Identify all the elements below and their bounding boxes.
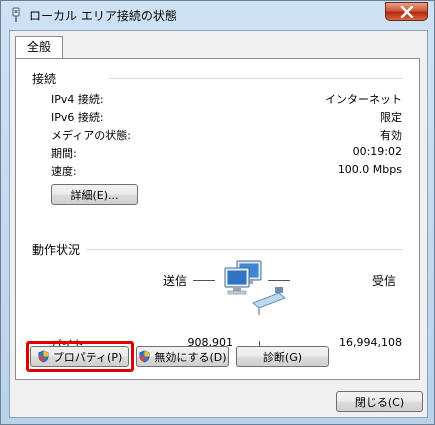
received-label: 受信 bbox=[371, 274, 396, 288]
ipv6-label: IPv6 接続: bbox=[51, 111, 104, 124]
network-computers-icon bbox=[224, 260, 286, 315]
duration-value: 00:19:02 bbox=[352, 145, 402, 158]
media-state-label: メディアの状態: bbox=[51, 129, 131, 142]
disable-button[interactable]: 無効にする(D) bbox=[136, 346, 229, 367]
status-window: ローカル エリア接続の状態 全般 接続 IPv4 接続: インターネット IPv… bbox=[0, 0, 435, 425]
speed-label: 速度: bbox=[51, 165, 77, 178]
connection-divider bbox=[108, 78, 403, 79]
ipv4-value: インターネット bbox=[325, 93, 402, 106]
activity-divider bbox=[86, 249, 403, 250]
general-panel: 接続 IPv4 接続: インターネット IPv6 接続: 限定 メディアの状態:… bbox=[15, 58, 420, 380]
activity-section-title: 動作状況 bbox=[32, 243, 81, 257]
connection-section-title: 接続 bbox=[32, 72, 57, 86]
details-button[interactable]: 詳細(E)... bbox=[51, 184, 138, 205]
sent-line bbox=[193, 280, 215, 281]
tab-general[interactable]: 全般 bbox=[15, 36, 63, 59]
shield-icon bbox=[139, 350, 150, 363]
close-icon bbox=[400, 5, 413, 18]
duration-label: 期間: bbox=[51, 147, 77, 160]
network-connection-icon bbox=[12, 7, 20, 22]
bytes-received-value: 16,994,108 bbox=[339, 336, 402, 349]
sent-label: 送信 bbox=[163, 274, 188, 288]
diagnose-button[interactable]: 診断(G) bbox=[236, 346, 329, 367]
media-state-value: 有効 bbox=[380, 129, 402, 142]
window-title: ローカル エリア接続の状態 bbox=[29, 9, 177, 23]
title-bar[interactable]: ローカル エリア接続の状態 bbox=[1, 1, 434, 29]
disable-button-label: 無効にする(D) bbox=[154, 350, 227, 364]
close-button[interactable]: 閉じる(C) bbox=[336, 391, 423, 412]
ipv4-label: IPv4 接続: bbox=[51, 93, 104, 106]
properties-highlight bbox=[26, 341, 134, 372]
ipv6-value: 限定 bbox=[380, 111, 402, 124]
speed-value: 100.0 Mbps bbox=[337, 163, 402, 176]
window-close-button[interactable] bbox=[385, 2, 428, 21]
